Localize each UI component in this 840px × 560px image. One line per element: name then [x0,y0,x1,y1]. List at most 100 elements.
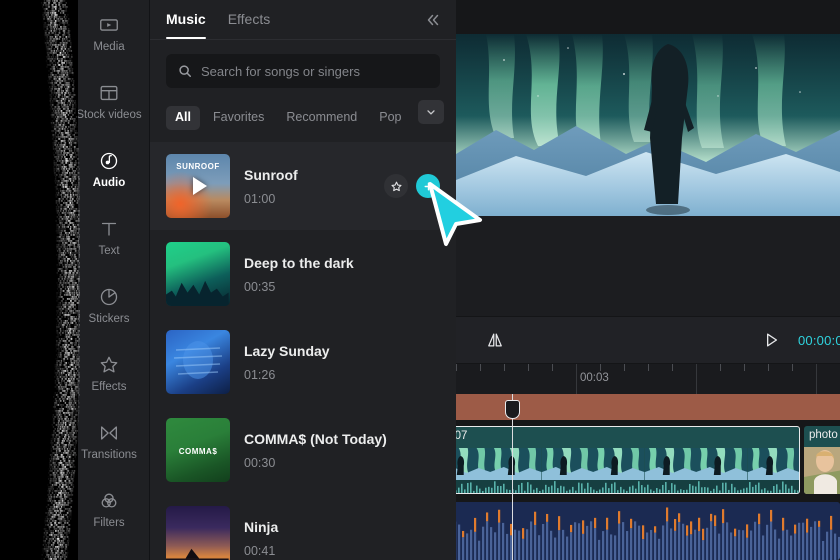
play-icon[interactable] [166,154,230,218]
star-icon[interactable] [384,174,408,198]
filmstrip-frame [748,448,799,481]
filters-icon [98,490,120,512]
album-art-caption: COMMA$ [166,447,230,456]
video-clip[interactable]: 5:07 [438,426,800,494]
song-meta: Lazy Sunday 01:26 [244,343,440,381]
filmstrip-frame [593,448,644,481]
song-list: SUNROOF Sunroof 01:00 Deep to the dark 00:35… [150,136,456,560]
ruler-tick [480,364,481,371]
ruler-tick [744,364,745,371]
sidebar-item-stickers[interactable]: Stickers [68,272,150,340]
song-list-item[interactable]: Ninja 00:41 [150,494,456,560]
transitions-icon [98,422,120,444]
tab-effects[interactable]: Effects [228,0,271,39]
song-meta: COMMA$ (Not Today) 00:30 [244,431,440,469]
photo-clip[interactable]: photo [804,426,840,494]
video-preview[interactable] [456,34,840,216]
song-list-item[interactable]: Lazy Sunday 01:26 [150,318,456,406]
sidebar-item-label: Text [98,246,119,258]
media-icon [98,14,120,36]
search-icon [178,64,192,78]
timeline-ruler[interactable]: 00:03 [456,364,840,394]
playhead[interactable] [512,394,513,560]
song-list-item[interactable]: COMMA$ COMMA$ (Not Today) 00:30 [150,406,456,494]
sidebar-item-media[interactable]: Media [68,0,150,68]
sidebar-item-effects[interactable]: Effects [68,340,150,408]
search-input[interactable] [201,64,428,79]
ruler-tick [456,364,457,371]
sidebar-item-label: Media [93,42,124,54]
sidebar-item-label: Stickers [89,314,130,326]
album-art-thumbnail[interactable] [166,242,230,306]
sidebar-item-library[interactable]: Library [68,544,150,560]
filter-chip-row: AllFavoritesRecommendPopR [150,88,456,136]
song-list-item[interactable]: SUNROOF Sunroof 01:00 [150,142,456,230]
chevron-double-left-icon[interactable] [422,9,444,31]
album-art-thumbnail[interactable] [166,506,230,560]
song-meta: Sunroof 01:00 [244,167,370,205]
sidebar-item-filters[interactable]: Filters [68,476,150,544]
playhead-handle-icon[interactable] [505,400,520,419]
audio-waveform [448,502,840,560]
ruler-tick [768,364,769,371]
song-title: Deep to the dark [244,255,440,272]
timeline-toolbar: 00:00:02: [456,316,840,364]
album-art-thumbnail[interactable]: COMMA$ [166,418,230,482]
sidebar-item-label: Audio [93,178,126,190]
ruler-tick [528,364,529,371]
sidebar-item-label: Transitions [81,450,137,462]
filmstrip-frame [645,448,696,481]
ruler-tick [504,364,505,371]
play-icon[interactable] [756,325,786,355]
song-title: Sunroof [244,167,370,184]
search-area [150,40,456,88]
song-duration: 01:00 [244,193,370,206]
filmstrip-frame [696,448,747,481]
filter-chip-favorites[interactable]: Favorites [204,106,273,130]
sidebar-item-text[interactable]: Text [68,204,150,272]
sidebar-item-label: Effects [92,382,127,394]
song-title: COMMA$ (Not Today) [244,431,440,448]
ruler-tick [576,364,577,394]
timeline-tracks: 5:07 photo [456,394,840,560]
filter-chip-recommend[interactable]: Recommend [277,106,366,130]
video-clip-filmstrip [439,448,799,481]
photo-clip-thumbnail [804,447,840,494]
audio-icon [98,150,120,172]
filmstrip-frame [490,448,541,481]
song-title: Ninja [244,519,440,536]
search-box[interactable] [166,54,440,88]
song-title: Lazy Sunday [244,343,440,360]
stickers-icon [98,286,120,308]
sidebar-item-transitions[interactable]: Transitions [68,408,150,476]
song-duration: 00:35 [244,281,440,294]
text-icon [98,218,120,240]
chevron-down-icon[interactable] [418,100,444,124]
audio-waveform-track[interactable] [448,502,840,560]
torn-edge-noise [38,0,80,560]
filter-chip-all[interactable]: All [166,106,200,130]
effects-icon [98,354,120,376]
tab-music[interactable]: Music [166,0,206,39]
album-art-thumbnail[interactable] [166,330,230,394]
sidebar-item-audio[interactable]: Audio [68,136,150,204]
album-art-thumbnail[interactable]: SUNROOF [166,154,230,218]
mirror-flip-icon[interactable] [480,325,510,355]
song-duration: 00:30 [244,457,440,470]
aurora-preview-image [456,34,840,216]
ruler-tick [600,364,601,371]
sidebar-item-stock-videos[interactable]: Stock videos [68,68,150,136]
song-duration: 00:41 [244,545,440,558]
stock-videos-icon [98,82,120,104]
player-controls-bar [456,216,840,316]
ruler-tick [648,364,649,371]
ruler-tick [792,364,793,371]
video-clip-waveform [439,480,800,493]
song-list-item[interactable]: Deep to the dark 00:35 [150,230,456,318]
plus-icon[interactable] [416,174,440,198]
filter-chip-pop[interactable]: Pop [370,106,410,130]
ruler-tick [672,364,673,371]
photo-clip-label: photo [809,429,838,441]
music-panel: MusicEffects AllFavoritesRecommendPo [150,0,456,560]
ruler-tick [624,364,625,371]
